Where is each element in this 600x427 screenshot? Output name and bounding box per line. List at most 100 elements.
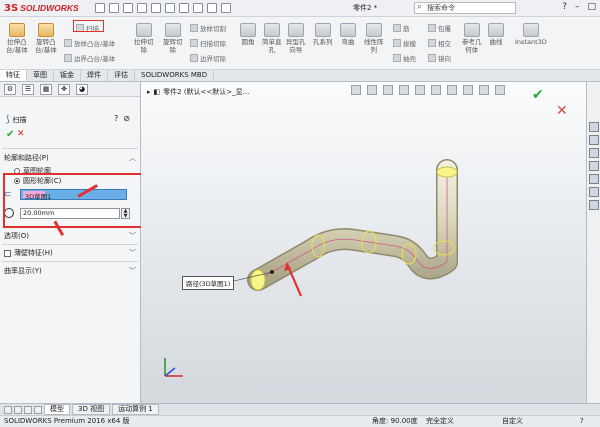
prev-tab-icon[interactable] (14, 405, 22, 414)
tab-features[interactable]: 特征 (0, 70, 27, 81)
design-library-icon[interactable] (588, 135, 599, 145)
mirror-button[interactable]: 镜向 (428, 53, 451, 63)
rib-button[interactable]: 筋 (393, 23, 410, 33)
curves-button[interactable]: 曲线 (488, 23, 504, 46)
shell-label: 抽壳 (403, 55, 416, 63)
sweep-highlight-box (73, 20, 104, 32)
home-resources-icon[interactable] (588, 122, 599, 132)
extruded-cut-button[interactable]: 拉伸切 除 (134, 23, 154, 54)
expand-chevron-icon[interactable]: ﹀ (129, 266, 136, 276)
tab-sketch[interactable]: 草图 (27, 70, 54, 81)
solidworks-logo[interactable]: 3S SOLIDWORKS (0, 3, 95, 14)
shell-button[interactable]: 抽壳 (393, 53, 416, 63)
next-tab-icon[interactable] (24, 405, 32, 414)
feature-tree-tab-icon[interactable]: ⚙ (4, 83, 16, 95)
lofted-cut-icon (190, 24, 198, 32)
options-section-header[interactable]: 选项(O) (4, 231, 29, 241)
extrude-icon (8, 23, 25, 37)
fillet-button[interactable]: 圆角 (240, 23, 256, 46)
detailed-preview-icon[interactable]: ⊘ (123, 114, 130, 123)
new-document-icon[interactable] (109, 3, 119, 13)
reference-geometry-button[interactable]: 参考几 何体 (462, 23, 482, 54)
sweep-title-label: 扫描 (12, 116, 27, 124)
file-explorer-icon[interactable] (588, 148, 599, 158)
pipe-end-cap (436, 166, 458, 178)
extruded-cut-label: 拉伸切 除 (134, 38, 154, 54)
loft-icon (64, 39, 72, 47)
lofted-cut-button[interactable]: 放样切割 (190, 23, 226, 33)
rebuild-icon[interactable] (193, 3, 203, 13)
path-callout-label[interactable]: 路径(3D草图1) (182, 276, 235, 290)
print-icon[interactable] (151, 3, 161, 13)
first-tab-icon[interactable] (4, 405, 12, 414)
status-bar: SOLIDWORKS Premium 2016 x64 版 角度: 90.00度… (0, 415, 600, 427)
boundary-boss-label: 边界凸台/基体 (74, 55, 116, 63)
swept-cut-button[interactable]: 扫描切除 (190, 38, 226, 48)
extruded-boss-button[interactable]: 拉伸凸 台/基体 (6, 23, 28, 54)
thin-feature-row[interactable]: 薄壁特征(H) (4, 248, 53, 258)
view-palette-icon[interactable] (588, 161, 599, 171)
wrap-label: 包覆 (438, 25, 451, 33)
profile-path-section-header[interactable]: 轮廓和路径(P) (4, 153, 49, 163)
cancel-x-icon[interactable]: ✕ (17, 129, 25, 139)
home-icon[interactable] (95, 3, 105, 13)
linear-pattern-button[interactable]: 线性阵 列 (364, 23, 384, 54)
lofted-cut-label: 放样切割 (200, 25, 226, 33)
undo-icon[interactable] (165, 3, 175, 13)
display-manager-tab-icon[interactable]: ◕ (76, 83, 88, 95)
tab-motion-study[interactable]: 运动算例 1 (112, 404, 159, 415)
ok-check-icon[interactable]: ✔ (6, 129, 14, 140)
revolved-boss-button[interactable]: 旋转凸 台/基体 (35, 23, 57, 54)
select-icon[interactable] (179, 3, 189, 13)
tab-weldments[interactable]: 焊件 (81, 70, 108, 81)
revolved-cut-button[interactable]: 旋转切 除 (163, 23, 183, 54)
simple-hole-button[interactable]: 简单直 孔 (262, 23, 282, 54)
thin-feature-checkbox[interactable] (4, 249, 11, 257)
graphics-viewport[interactable]: ▸ ◧ 零件2 (默认<<默认>_显... ✔ ✕ (141, 82, 586, 403)
curvature-display-section-header[interactable]: 曲率显示(Y) (4, 266, 42, 276)
forum-icon[interactable] (588, 200, 599, 210)
search-input[interactable]: 搜索命令 (414, 2, 516, 14)
status-help-icon[interactable]: ? (580, 416, 584, 427)
instant3d-button[interactable]: Instant3D (515, 23, 547, 46)
configuration-tab-icon[interactable]: ▦ (40, 83, 52, 95)
boundary-boss-button[interactable]: 边界凸台/基体 (64, 53, 115, 63)
swept-pipe-model[interactable] (141, 82, 586, 403)
loft-boss-button[interactable]: 放样凸台/基体 (64, 38, 115, 48)
last-tab-icon[interactable] (34, 405, 42, 414)
extruded-boss-label: 拉伸凸 台/基体 (6, 38, 28, 54)
tab-mbd[interactable]: SOLIDWORKS MBD (135, 70, 215, 81)
hole-wizard-button[interactable]: 异型孔 向导 (286, 23, 306, 54)
expand-chevron-icon[interactable]: ﹀ (129, 248, 136, 258)
file-properties-icon[interactable] (207, 3, 217, 13)
appearances-icon[interactable] (588, 174, 599, 184)
open-icon[interactable] (123, 3, 133, 13)
units-selector[interactable]: 自定义 (502, 416, 523, 427)
help-icon[interactable]: ? (562, 2, 567, 12)
wrap-button[interactable]: 包覆 (428, 23, 451, 33)
options-gear-icon[interactable] (221, 3, 231, 13)
tab-evaluate[interactable]: 评估 (108, 70, 135, 81)
maximize-button[interactable]: □ (587, 2, 596, 12)
definition-status: 完全定义 (426, 417, 454, 425)
draft-button[interactable]: 拔模 (393, 38, 416, 48)
window-controls: ? – □ (562, 2, 596, 12)
save-icon[interactable] (137, 3, 147, 13)
boundary-cut-button[interactable]: 边界切除 (190, 53, 226, 63)
collapse-chevron-icon[interactable]: ︿ (129, 153, 136, 163)
property-manager-tab-icon[interactable]: ☰ (22, 83, 34, 95)
flex-button[interactable]: 弯曲 (340, 23, 356, 46)
custom-properties-icon[interactable] (588, 187, 599, 197)
revolved-cut-icon (164, 23, 181, 37)
tab-3d-views[interactable]: 3D 视图 (72, 404, 111, 415)
minimize-button[interactable]: – (575, 2, 580, 12)
intersect-button[interactable]: 相交 (428, 38, 451, 48)
tab-model[interactable]: 模型 (44, 404, 70, 415)
rib-label: 筋 (403, 25, 410, 33)
expand-chevron-icon[interactable]: ﹀ (129, 231, 136, 241)
help-question-icon[interactable]: ? (114, 114, 118, 123)
dimxpert-tab-icon[interactable]: ✥ (58, 83, 70, 95)
tab-sheet-metal[interactable]: 钣金 (54, 70, 81, 81)
sweep-title: ⟆ 扫描 (6, 115, 27, 125)
hole-series-button[interactable]: 孔系列 (313, 23, 333, 46)
